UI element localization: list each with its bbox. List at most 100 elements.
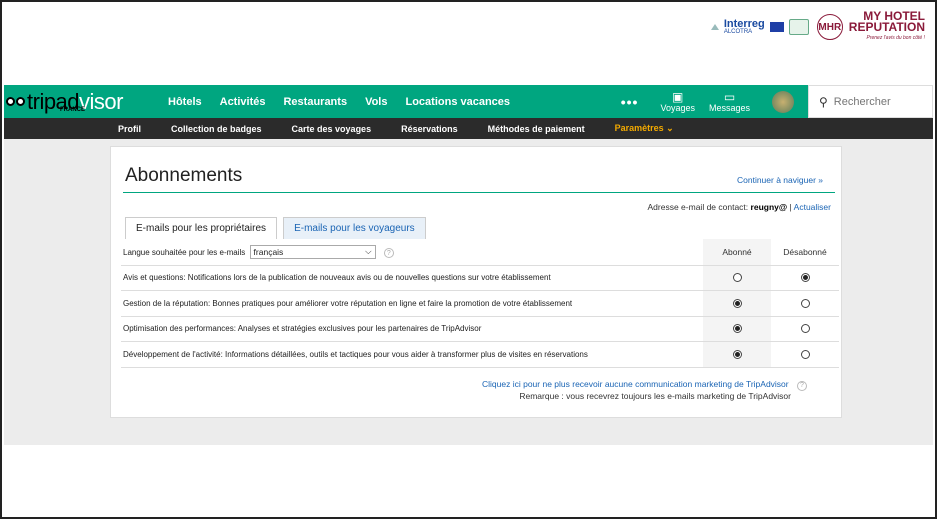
search-input[interactable] (833, 95, 924, 108)
mhr-tagline: Prenez l'avis du bon côté ! (866, 34, 926, 41)
unsubscribed-radio[interactable] (800, 349, 810, 359)
subscribed-radio[interactable] (732, 324, 742, 334)
row-title: Optimisation des performances: (123, 324, 236, 334)
column-subscribed: Abonné (703, 239, 771, 265)
messages-label: Messages (708, 102, 750, 113)
row-description: Gestion de la réputation: Bonnes pratiqu… (121, 299, 703, 308)
subnav-travel-map[interactable]: Carte des voyages (292, 124, 372, 134)
row-title: Développement de l'activité: (123, 349, 223, 359)
refresh-link[interactable]: Actualiser (794, 202, 831, 212)
nav-link-flights[interactable]: Vols (365, 96, 387, 108)
language-setting: Langue souhaitée pour les e-mails frança… (121, 244, 703, 259)
contact-email: Adresse e-mail de contact: reugny@ | Act… (648, 202, 831, 212)
nav-right: ••• ▣ Voyages ▭ Messages ⚲ (621, 85, 933, 118)
contact-value: reugny@ (750, 202, 788, 212)
contact-separator: | (789, 202, 792, 212)
avatar[interactable] (772, 90, 794, 113)
row-description: Développement de l'activité: Information… (121, 350, 703, 359)
table-bottom-rule (121, 366, 839, 368)
subscribed-radio[interactable] (732, 349, 742, 359)
subscribed-cell (703, 342, 771, 367)
eu-flag-icon (769, 22, 784, 32)
footer-links: Cliquez ici pour ne plus recevoir aucune… (482, 379, 807, 401)
messages-button[interactable]: ▭ Messages (709, 91, 750, 113)
language-label: Langue souhaitée pour les e-mails (123, 247, 246, 257)
subnav-badges[interactable]: Collection de badges (171, 124, 262, 134)
suitcase-icon: ▣ (672, 89, 684, 104)
nav-link-hotels[interactable]: Hôtels (168, 96, 202, 108)
owl-eyes-icon (6, 97, 25, 106)
interreg-triangle-icon (710, 24, 719, 30)
mhr-mark: MHR (816, 14, 843, 40)
table-row: Optimisation des performances: Analyses … (121, 315, 839, 342)
partner-logos: Interreg ALCOTRA MHR MY HOTEL REPUTATION… (710, 6, 926, 48)
table-row: Avis et questions: Notifications lors de… (121, 264, 839, 291)
unsubscribed-radio[interactable] (800, 298, 810, 308)
search-box[interactable]: ⚲ (808, 85, 933, 118)
row-text: Analyses et stratégies exclusives pour l… (235, 324, 482, 334)
nav-link-vacation-rentals[interactable]: Locations vacances (405, 96, 510, 108)
table-header-row: Langue souhaitée pour les e-mails frança… (121, 239, 839, 265)
brand-country: FRANCE (60, 107, 85, 113)
column-unsubscribed: Désabonné (783, 246, 827, 257)
search-icon: ⚲ (819, 94, 828, 109)
unsubscribed-cell (771, 317, 839, 342)
unsubscribed-cell (771, 342, 839, 367)
partner-badge-icon (788, 19, 809, 35)
interreg-name: Interreg (723, 18, 765, 30)
unsubscribe-all-link[interactable]: Cliquez ici pour ne plus recevoir aucune… (482, 379, 789, 389)
unsubscribed-cell (771, 291, 839, 316)
table-row: Développement de l'activité: Information… (121, 341, 839, 367)
subscriptions-table: Langue souhaitée pour les e-mails frança… (121, 239, 839, 368)
subscribed-radio[interactable] (732, 298, 742, 308)
subscribed-cell (703, 316, 771, 341)
subnav-settings[interactable]: Paramètres ⌄ (615, 123, 674, 134)
unsubscribed-cell (771, 266, 839, 291)
brand-word-light: visor (79, 88, 123, 114)
profile-subnav: Profil Collection de badges Carte des vo… (4, 118, 933, 139)
row-text: Notifications lors de la publication de … (185, 273, 551, 283)
language-value: français (253, 246, 284, 257)
continue-browsing-link[interactable]: Continuer à naviguer » (737, 175, 823, 185)
row-text: Informations détaillées, outils et tacti… (222, 349, 588, 359)
subnav-bookings[interactable]: Réservations (401, 124, 458, 134)
nav-link-activities[interactable]: Activités (220, 96, 266, 108)
unsubscribed-radio[interactable] (800, 324, 810, 334)
row-description: Avis et questions: Notifications lors de… (121, 273, 703, 282)
tripadvisor-logo[interactable]: tripadvisor FRANCE (4, 85, 152, 118)
message-bubble-icon: ▭ (723, 89, 736, 104)
subscribed-cell (703, 291, 771, 316)
tab-owner-emails[interactable]: E-mails pour les propriétaires (125, 217, 278, 239)
subscribed-cell (703, 265, 771, 290)
subnav-payment-methods[interactable]: Méthodes de paiement (488, 124, 585, 134)
interreg-logo: Interreg ALCOTRA (710, 18, 809, 35)
my-hotel-reputation-logo: MHR MY HOTEL REPUTATION Prenez l'avis du… (816, 10, 926, 44)
help-icon[interactable]: ? (797, 381, 807, 391)
row-title: Avis et questions: (123, 273, 186, 283)
help-icon[interactable]: ? (383, 248, 394, 259)
primary-links: Hôtels Activités Restaurants Vols Locati… (168, 96, 510, 108)
subnav-profile[interactable]: Profil (118, 124, 141, 134)
chevron-down-icon: ⌵ (365, 246, 372, 257)
row-title: Gestion de la réputation: (123, 298, 211, 308)
language-select[interactable]: français ⌵ (249, 244, 376, 259)
nav-link-restaurants[interactable]: Restaurants (283, 96, 347, 108)
subscriptions-panel: Abonnements Continuer à naviguer » Adres… (110, 146, 842, 418)
page-title: Abonnements (125, 165, 243, 186)
table-row: Gestion de la réputation: Bonnes pratiqu… (121, 290, 839, 316)
trips-button[interactable]: ▣ Voyages (660, 91, 695, 113)
title-divider (123, 192, 835, 193)
row-description: Optimisation des performances: Analyses … (121, 324, 703, 333)
footer-note: Remarque : vous recevrez toujours les e-… (519, 391, 791, 401)
contact-label: Adresse e-mail de contact: (647, 202, 749, 212)
top-navigation: tripadvisor FRANCE Hôtels Activités Rest… (4, 85, 933, 118)
more-menu-button[interactable]: ••• (621, 94, 639, 110)
subscribed-radio[interactable] (732, 273, 742, 283)
mhr-line2: REPUTATION (848, 19, 925, 34)
tab-traveler-emails[interactable]: E-mails pour les voyageurs (283, 217, 426, 239)
row-text: Bonnes pratiques pour améliorer votre ré… (210, 298, 573, 308)
screenshot-frame: Interreg ALCOTRA MHR MY HOTEL REPUTATION… (0, 0, 937, 519)
unsubscribed-radio[interactable] (800, 273, 810, 283)
trips-label: Voyages (660, 102, 695, 113)
email-tabs: E-mails pour les propriétaires E-mails p… (125, 217, 426, 239)
